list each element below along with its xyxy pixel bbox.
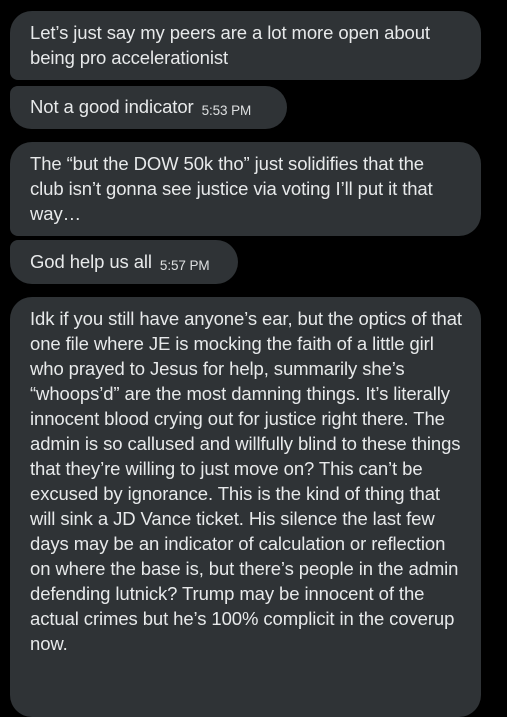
message-text: Not a good indicator xyxy=(30,96,194,117)
message-text: Let’s just say my peers are a lot more o… xyxy=(30,22,430,68)
message-bubble[interactable]: Idk if you still have anyone’s ear, but … xyxy=(10,297,481,717)
message-timestamp: 5:53 PM xyxy=(201,103,252,118)
message-text: The “but the DOW 50k tho” just solidifie… xyxy=(30,153,433,224)
message-bubble[interactable]: God help us all 5:57 PM xyxy=(10,240,238,284)
message-bubble[interactable]: The “but the DOW 50k tho” just solidifie… xyxy=(10,142,481,236)
message-bubble[interactable]: Let’s just say my peers are a lot more o… xyxy=(10,11,481,80)
message-bubble[interactable]: Not a good indicator 5:53 PM xyxy=(10,86,287,129)
message-text: God help us all xyxy=(30,251,152,272)
message-timestamp: 5:57 PM xyxy=(159,258,210,273)
message-text: Idk if you still have anyone’s ear, but … xyxy=(30,308,462,654)
